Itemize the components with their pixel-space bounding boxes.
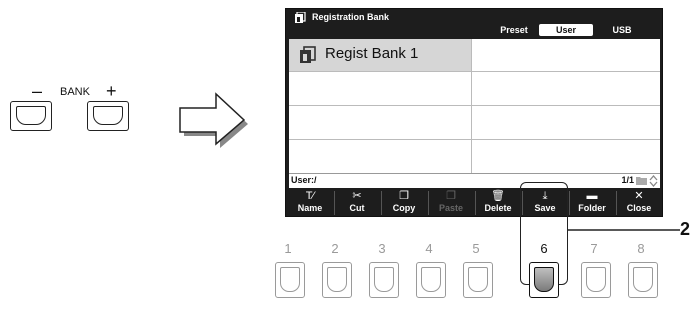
tab-user[interactable]: User [539,24,593,36]
callout-number: 2 [680,219,691,239]
function-button-5[interactable] [463,262,493,298]
button-number: 5 [472,241,480,256]
registration-bank-screen: Registration Bank Preset User USB Regist… [285,8,663,217]
paste-icon: ❐ [446,190,456,202]
name-icon: T⁄ [305,190,315,202]
bank-minus-symbol: – [32,81,43,101]
close-button[interactable]: ✕ Close [618,188,660,216]
empty-slot [289,72,472,106]
delete-label: Delete [484,203,512,213]
name-button[interactable]: T⁄ Name [289,188,331,216]
empty-slot [472,39,660,72]
folder-up-icon[interactable] [636,176,647,185]
delete-button[interactable]: 🗑 Delete [477,188,519,216]
delete-icon: 🗑 [491,190,505,202]
arrow-right-icon [179,92,248,148]
bank-plus-symbol: + [106,81,117,101]
screen-title: Registration Bank [312,12,390,22]
function-button-7[interactable] [581,262,611,298]
folder-button[interactable]: ▬ Folder [571,188,613,216]
paste-button[interactable]: ❐ Paste [430,188,472,216]
empty-slot [289,140,472,173]
file-grid: Regist Bank 1 [289,39,660,173]
page-scroll-icon[interactable] [649,175,658,187]
button-number: 6 [540,241,548,256]
folder-icon: ▬ [586,190,598,202]
folder-label: Folder [578,203,606,213]
button-number: 7 [590,241,598,256]
button-number: 8 [637,241,645,256]
empty-slot [472,106,660,140]
button-number: 2 [331,241,339,256]
function-button-4[interactable] [416,262,446,298]
status-bar: User:/ 1/1 [289,173,660,188]
empty-slot [289,106,472,140]
bank-plus-button[interactable] [87,101,129,131]
function-button-3[interactable] [369,262,399,298]
close-label: Close [626,203,652,213]
current-path: User:/ [291,175,317,185]
function-bar: T⁄ Name ✂ Cut ❐ Copy ❐ Paste 🗑 Delete ⤓ … [286,188,662,216]
name-label: Name [297,203,323,213]
tab-usb[interactable]: USB [604,24,640,36]
registration-bank-icon [295,12,306,23]
button-number: 3 [378,241,386,256]
button-number: 4 [425,241,433,256]
file-name: Regist Bank 1 [325,45,419,62]
registration-bank-file-icon [300,46,316,63]
cut-icon: ✂ [352,190,362,202]
close-icon: ✕ [634,190,644,202]
copy-icon: ❐ [399,190,409,202]
title-bar: Registration Bank Preset User USB [286,9,662,37]
cut-button[interactable]: ✂ Cut [336,188,378,216]
empty-slot [472,140,660,173]
paste-label: Paste [438,203,464,213]
copy-button[interactable]: ❐ Copy [383,188,425,216]
callout-line [568,229,680,231]
tab-preset[interactable]: Preset [496,24,532,36]
file-item[interactable]: Regist Bank 1 [289,39,472,72]
empty-slot [472,72,660,106]
function-button-2[interactable] [322,262,352,298]
bank-minus-button[interactable] [10,101,52,131]
function-button-1[interactable] [275,262,305,298]
button-number: 1 [284,241,292,256]
page-indicator: 1/1 [621,175,634,185]
function-button-8[interactable] [628,262,658,298]
copy-label: Copy [392,203,416,213]
function-button-6[interactable] [529,262,559,298]
bank-label: BANK [60,86,90,98]
cut-label: Cut [349,203,365,213]
